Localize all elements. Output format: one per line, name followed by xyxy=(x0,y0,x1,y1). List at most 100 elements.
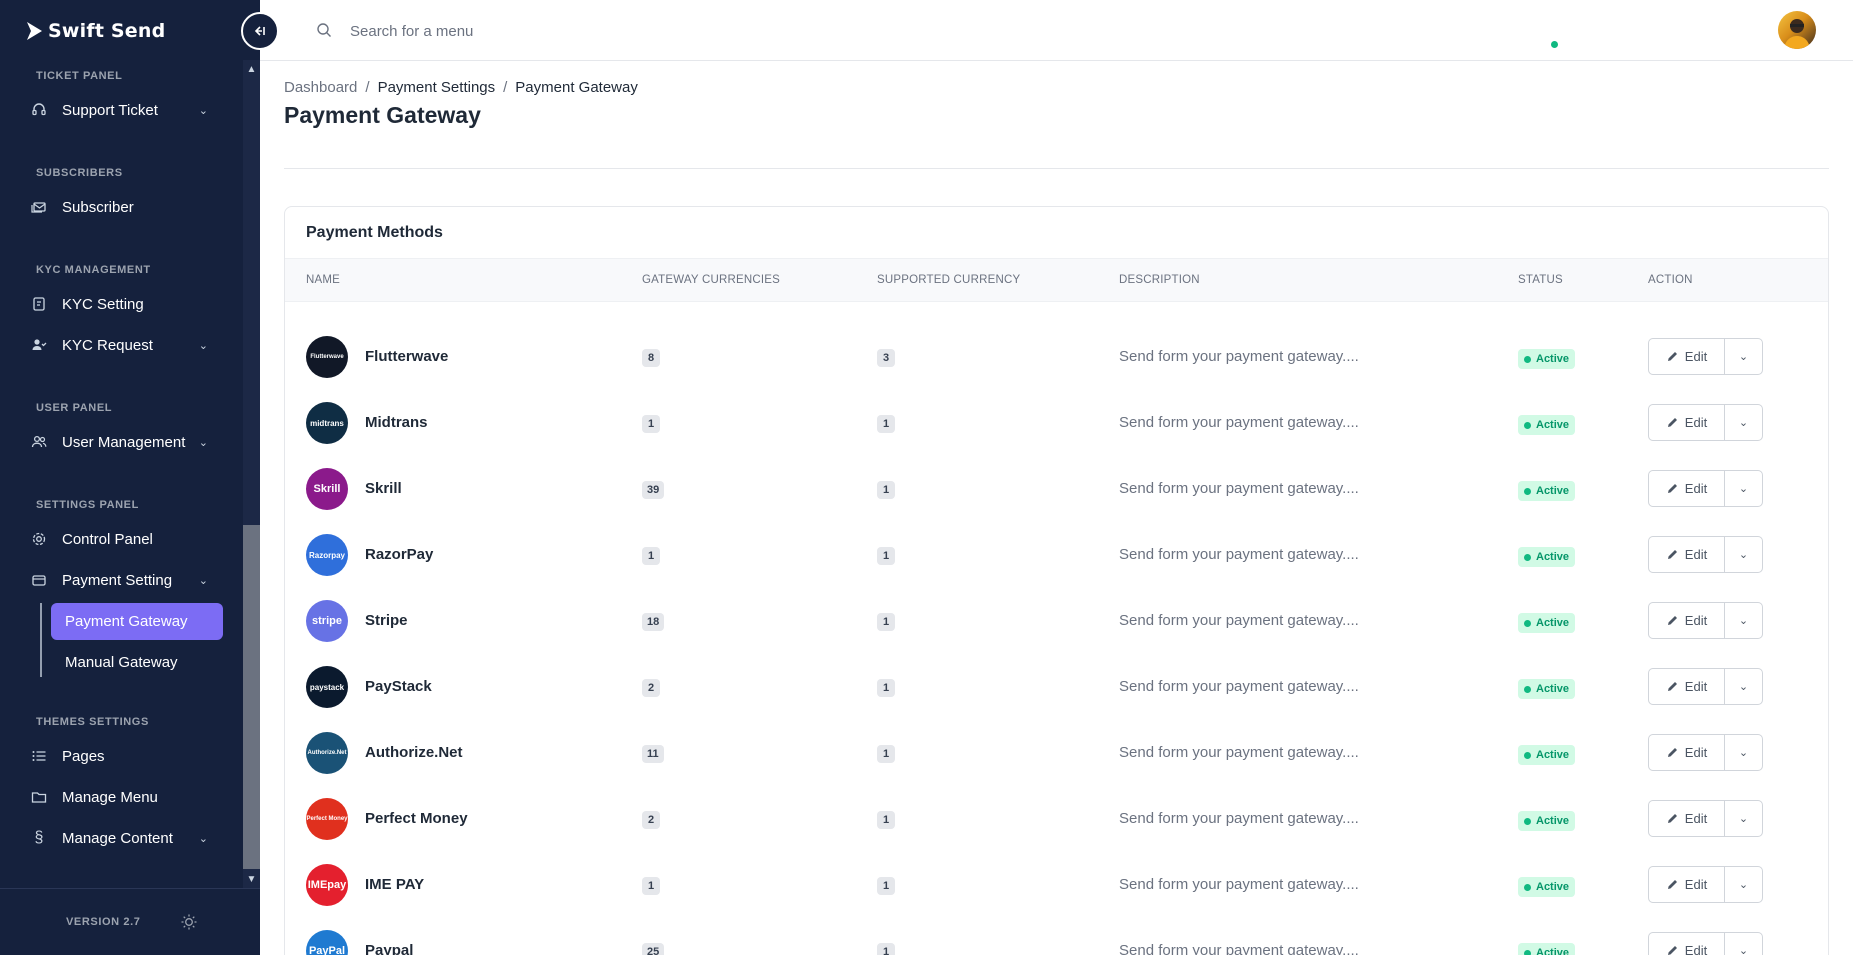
edit-button[interactable]: Edit xyxy=(1649,801,1725,836)
sidebar-item-control-panel[interactable]: Control Panel xyxy=(30,521,220,557)
gateway-logo: IMEpay xyxy=(306,864,348,906)
edit-label: Edit xyxy=(1684,349,1708,364)
sidebar-item-manage-menu[interactable]: Manage Menu xyxy=(30,779,220,815)
table-row: Authorize.Net Authorize.Net 11 1 Send form y… xyxy=(285,720,1828,786)
status-label: Active xyxy=(1536,485,1570,497)
top-bar xyxy=(260,0,1853,61)
brand-name: Swift Send xyxy=(48,20,166,42)
sidebar-scrollbar-thumb[interactable] xyxy=(243,525,260,869)
sidebar-item-kyc-setting[interactable]: KYC Setting xyxy=(30,286,220,322)
sidebar-item-kyc-request[interactable]: KYC Request ⌄ xyxy=(30,327,220,363)
sidebar-item-subscriber[interactable]: Subscriber xyxy=(30,189,220,225)
gateway-name: Paypal xyxy=(365,942,414,955)
section-title-subscribers: SUBSCRIBERS xyxy=(36,167,123,179)
column-header-action: ACTION xyxy=(1648,274,1693,286)
edit-button[interactable]: Edit xyxy=(1649,933,1725,955)
send-icon xyxy=(27,22,42,40)
action-dropdown-button[interactable]: ⌄ xyxy=(1725,471,1762,506)
sidebar-item-pages[interactable]: Pages xyxy=(30,738,220,774)
chevron-down-icon: ⌄ xyxy=(1738,681,1749,693)
action-dropdown-button[interactable]: ⌄ xyxy=(1725,933,1762,955)
status-label: Active xyxy=(1536,353,1570,365)
sidebar-collapse-button[interactable] xyxy=(241,12,279,50)
edit-button[interactable]: Edit xyxy=(1649,603,1725,638)
edit-button[interactable]: Edit xyxy=(1649,471,1725,506)
action-dropdown-button[interactable]: ⌄ xyxy=(1725,801,1762,836)
chevron-down-icon: ⌄ xyxy=(1738,417,1749,429)
edit-button[interactable]: Edit xyxy=(1649,339,1725,374)
page-title: Payment Gateway xyxy=(284,102,481,128)
sidebar-item-label: Manage Menu xyxy=(62,788,158,806)
search-icon xyxy=(317,23,331,37)
gateway-name: RazorPay xyxy=(365,546,434,563)
sidebar-item-support-ticket[interactable]: Support Ticket ⌄ xyxy=(30,92,220,128)
status-badge: Active xyxy=(1518,679,1576,699)
gateway-name: Authorize.Net xyxy=(365,744,463,761)
chevron-down-icon: ⌄ xyxy=(1738,879,1749,891)
table-row: paystack PayStack 2 1 Send form your payment… xyxy=(285,654,1828,720)
status-dot xyxy=(1524,421,1531,429)
avatar[interactable] xyxy=(1778,11,1816,49)
supported-currency-count: 1 xyxy=(877,547,895,565)
action-dropdown-button[interactable]: ⌄ xyxy=(1725,537,1762,572)
action-dropdown-button[interactable]: ⌄ xyxy=(1725,603,1762,638)
sun-icon[interactable] xyxy=(180,913,198,931)
sidebar-subitem-payment-gateway[interactable]: Payment Gateway xyxy=(51,603,223,640)
supported-currency-count: 1 xyxy=(877,613,895,631)
table-row: Razorpay RazorPay 1 1 Send form your payment… xyxy=(285,522,1828,588)
scroll-up-arrow-icon[interactable]: ▲ xyxy=(243,61,260,77)
breadcrumb-item-dashboard[interactable]: Dashboard xyxy=(284,79,357,96)
status-label: Active xyxy=(1536,749,1570,761)
collapse-arrow-icon xyxy=(254,26,265,36)
table-header: NAME GATEWAY CURRENCIES SUPPORTED CURREN… xyxy=(285,258,1828,302)
sidebar-subitem-manual-gateway[interactable]: Manual Gateway xyxy=(51,644,223,681)
gateway-name: Perfect Money xyxy=(365,810,468,827)
action-dropdown-button[interactable]: ⌄ xyxy=(1725,669,1762,704)
gateway-currencies-count: 1 xyxy=(642,877,660,895)
gateway-description: Send form your payment gateway.... xyxy=(1119,678,1359,695)
breadcrumb-item-payment-settings[interactable]: Payment Settings xyxy=(378,79,496,96)
chevron-down-icon: ⌄ xyxy=(198,104,208,117)
gateway-logo-text: Flutterwave xyxy=(310,354,344,360)
action-dropdown-button[interactable]: ⌄ xyxy=(1725,339,1762,374)
edit-button[interactable]: Edit xyxy=(1649,867,1725,902)
list-icon xyxy=(30,747,48,765)
edit-button[interactable]: Edit xyxy=(1649,735,1725,770)
version-label: VERSION 2.7 xyxy=(66,916,141,928)
gateway-logo: Skrill xyxy=(306,468,348,510)
action-dropdown-button[interactable]: ⌄ xyxy=(1725,405,1762,440)
gateway-logo-text: Perfect Money xyxy=(306,816,348,822)
mail-stack-icon xyxy=(30,198,48,216)
action-dropdown-button[interactable]: ⌄ xyxy=(1725,735,1762,770)
user-check-icon xyxy=(30,336,48,354)
document-icon xyxy=(30,295,48,313)
brand-logo[interactable]: Swift Send xyxy=(26,16,165,46)
action-button-group: Edit ⌄ xyxy=(1648,932,1763,955)
action-dropdown-button[interactable]: ⌄ xyxy=(1725,867,1762,902)
search-input[interactable] xyxy=(350,18,750,44)
pencil-icon xyxy=(1667,352,1677,361)
gateway-logo: Perfect Money xyxy=(306,798,348,840)
status-badge: Active xyxy=(1518,415,1576,435)
action-button-group: Edit ⌄ xyxy=(1648,800,1763,837)
submenu-guide-line xyxy=(40,603,42,677)
scroll-down-arrow-icon[interactable]: ▼ xyxy=(243,871,260,887)
chevron-down-icon: ⌄ xyxy=(1738,615,1749,627)
edit-button[interactable]: Edit xyxy=(1649,405,1725,440)
gateway-logo: Authorize.Net xyxy=(306,732,348,774)
sidebar-item-payment-setting[interactable]: Payment Setting ⌄ xyxy=(30,562,220,598)
edit-button[interactable]: Edit xyxy=(1649,669,1725,704)
action-button-group: Edit ⌄ xyxy=(1648,866,1763,903)
gateway-description: Send form your payment gateway.... xyxy=(1119,810,1359,827)
sidebar: Swift Send TICKET PANEL Support Ticket ⌄… xyxy=(0,0,260,955)
gateway-logo-text: Skrill xyxy=(313,483,341,495)
section-title-user-panel: USER PANEL xyxy=(36,402,113,414)
gateway-name: Skrill xyxy=(365,480,402,497)
section-title-ticket-panel: TICKET PANEL xyxy=(36,70,123,82)
sidebar-item-user-management[interactable]: User Management ⌄ xyxy=(30,424,220,460)
edit-button[interactable]: Edit xyxy=(1649,537,1725,572)
pencil-icon xyxy=(1667,946,1677,955)
chevron-down-icon: ⌄ xyxy=(198,574,208,587)
table-row: PayPal Paypal 25 1 Send form your payment ga… xyxy=(285,918,1828,955)
sidebar-item-manage-content[interactable]: § Manage Content ⌄ xyxy=(30,820,220,856)
